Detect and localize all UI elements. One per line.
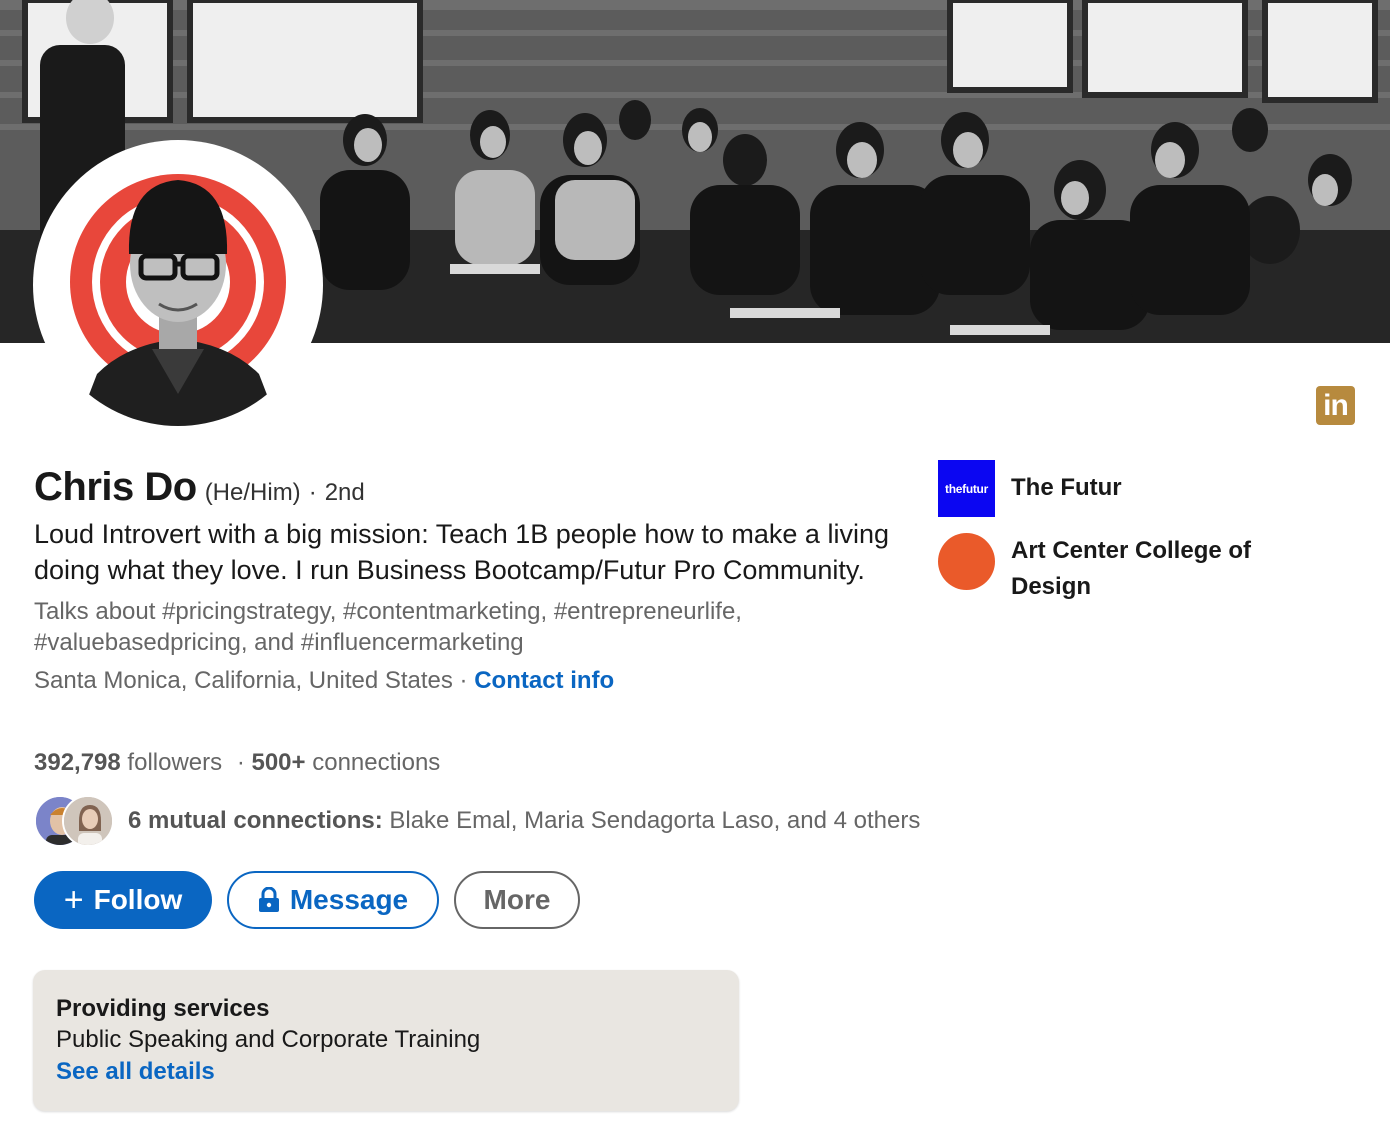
mutual-avatars	[34, 795, 116, 847]
pronouns: (He/Him)	[204, 479, 301, 506]
experience-education: thefutur The Futur Art Center College of…	[938, 460, 1358, 621]
see-all-details-link[interactable]: See all details	[56, 1056, 716, 1088]
plus-icon: +	[63, 880, 84, 919]
connections-count: 500+	[251, 749, 306, 776]
school-art-center[interactable]: Art Center College of Design	[938, 533, 1358, 605]
linkedin-logo-icon[interactable]: in	[1316, 386, 1355, 425]
lock-icon	[258, 887, 280, 913]
company-the-futur[interactable]: thefutur The Futur	[938, 460, 1358, 517]
location: Santa Monica, California, United States	[34, 667, 453, 694]
more-button[interactable]: More	[454, 871, 580, 929]
profile-headline: Loud Introvert with a big mission: Teach…	[34, 519, 889, 585]
profile-avatar[interactable]	[33, 140, 323, 430]
mutual-avatar	[62, 795, 114, 847]
profile-name: Chris Do	[34, 465, 197, 509]
location-row: Santa Monica, California, United States …	[34, 666, 914, 696]
company-name: The Futur	[1011, 474, 1122, 501]
school-name: Art Center College of Design	[1011, 537, 1252, 600]
connections-link[interactable]: 500+ connections	[251, 749, 440, 776]
mutual-names: Blake Emal, Maria Sendagorta Laso, and 4…	[382, 807, 921, 834]
mutual-connections-text: 6 mutual connections: Blake Emal, Maria …	[128, 807, 920, 835]
location-separator: ·	[452, 667, 475, 694]
profile-actions: + Follow Message More	[34, 871, 580, 929]
profile-photo	[37, 144, 319, 426]
profile-photo-art	[37, 144, 319, 426]
services-title: Providing services	[56, 995, 270, 1022]
network-stats: 392,798 followers · 500+ connections	[34, 749, 440, 777]
talks-about: Talks about #pricingstrategy, #contentma…	[34, 598, 742, 656]
connection-degree: 2nd	[324, 479, 365, 506]
followers-link[interactable]: 392,798 followers	[34, 749, 222, 776]
message-button[interactable]: Message	[227, 871, 439, 929]
message-label: Message	[289, 884, 409, 915]
stats-separator: ·	[236, 749, 252, 776]
mutual-connections[interactable]: 6 mutual connections: Blake Emal, Maria …	[34, 795, 920, 847]
connections-label: connections	[305, 749, 441, 776]
profile-info: Chris Do (He/Him) · 2nd Loud Introvert w…	[34, 465, 914, 696]
art-center-logo	[938, 533, 995, 590]
followers-count: 392,798	[34, 749, 121, 776]
more-label: More	[483, 884, 551, 915]
degree-separator: ·	[308, 479, 317, 506]
contact-info-link[interactable]: Contact info	[474, 667, 614, 694]
followers-label: followers	[120, 749, 223, 776]
the-futur-logo: thefutur	[938, 460, 995, 517]
services-card: Providing services Public Speaking and C…	[33, 970, 739, 1111]
follow-label: Follow	[93, 884, 183, 915]
services-list: Public Speaking and Corporate Training	[56, 1026, 481, 1053]
name-row: Chris Do (He/Him) · 2nd	[34, 465, 914, 510]
mutual-count: 6 mutual connections:	[128, 807, 383, 834]
follow-button[interactable]: + Follow	[34, 871, 212, 929]
